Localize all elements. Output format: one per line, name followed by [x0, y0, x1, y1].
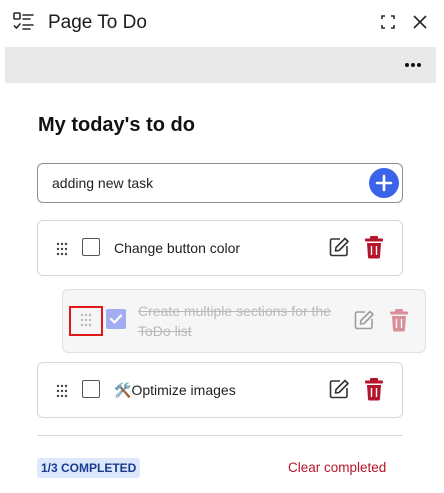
more-horizontal-icon [405, 63, 421, 67]
edit-icon [329, 237, 349, 257]
edit-icon [354, 310, 374, 330]
edit-task-button[interactable] [328, 236, 350, 258]
delete-task-button[interactable] [389, 308, 409, 332]
task-label: Create multiple sections for the ToDo li… [138, 303, 331, 339]
new-task-input[interactable] [52, 164, 352, 202]
add-task-button[interactable] [369, 168, 399, 198]
completed-count-badge: 1/3 COMPLETED [37, 458, 141, 478]
trash-icon [365, 236, 383, 259]
delete-task-button[interactable] [364, 235, 384, 259]
close-button[interactable] [408, 10, 432, 34]
expand-button[interactable] [376, 10, 400, 34]
edit-task-button[interactable] [353, 309, 375, 331]
task-label: Change button color [114, 240, 241, 256]
title-bar: Page To Do [0, 0, 444, 46]
checkmark-icon [109, 314, 123, 324]
task-item: Change button color [37, 220, 403, 276]
divider [37, 435, 403, 436]
task-item-dragging[interactable]: Create multiple sections for the ToDo li… [62, 289, 426, 353]
clear-completed-button[interactable]: Clear completed [288, 460, 386, 475]
hammer-wrench-icon: 🛠️ [114, 382, 132, 398]
drag-handle-icon[interactable] [56, 384, 68, 398]
close-icon [413, 15, 427, 29]
toolbar [5, 47, 436, 83]
trash-icon [390, 309, 408, 332]
task-checkbox[interactable] [82, 238, 100, 256]
trash-icon [365, 378, 383, 401]
task-checkbox-checked[interactable] [106, 309, 126, 329]
plus-icon [375, 174, 393, 192]
new-task-field [37, 163, 403, 203]
drag-handle-icon[interactable] [80, 313, 92, 327]
window-title: Page To Do [48, 12, 147, 33]
task-checkbox[interactable] [82, 380, 100, 398]
edit-task-button[interactable] [328, 378, 350, 400]
more-options-button[interactable] [400, 52, 426, 78]
drag-handle-icon[interactable] [56, 242, 68, 256]
page-heading: My today's to do [38, 114, 195, 136]
task-item: 🛠️Optimize images [37, 362, 403, 418]
expand-icon [381, 15, 395, 29]
checklist-icon [12, 10, 36, 34]
delete-task-button[interactable] [364, 377, 384, 401]
task-label-row: 🛠️Optimize images [114, 382, 236, 399]
task-label: Optimize images [131, 382, 236, 398]
edit-icon [329, 379, 349, 399]
